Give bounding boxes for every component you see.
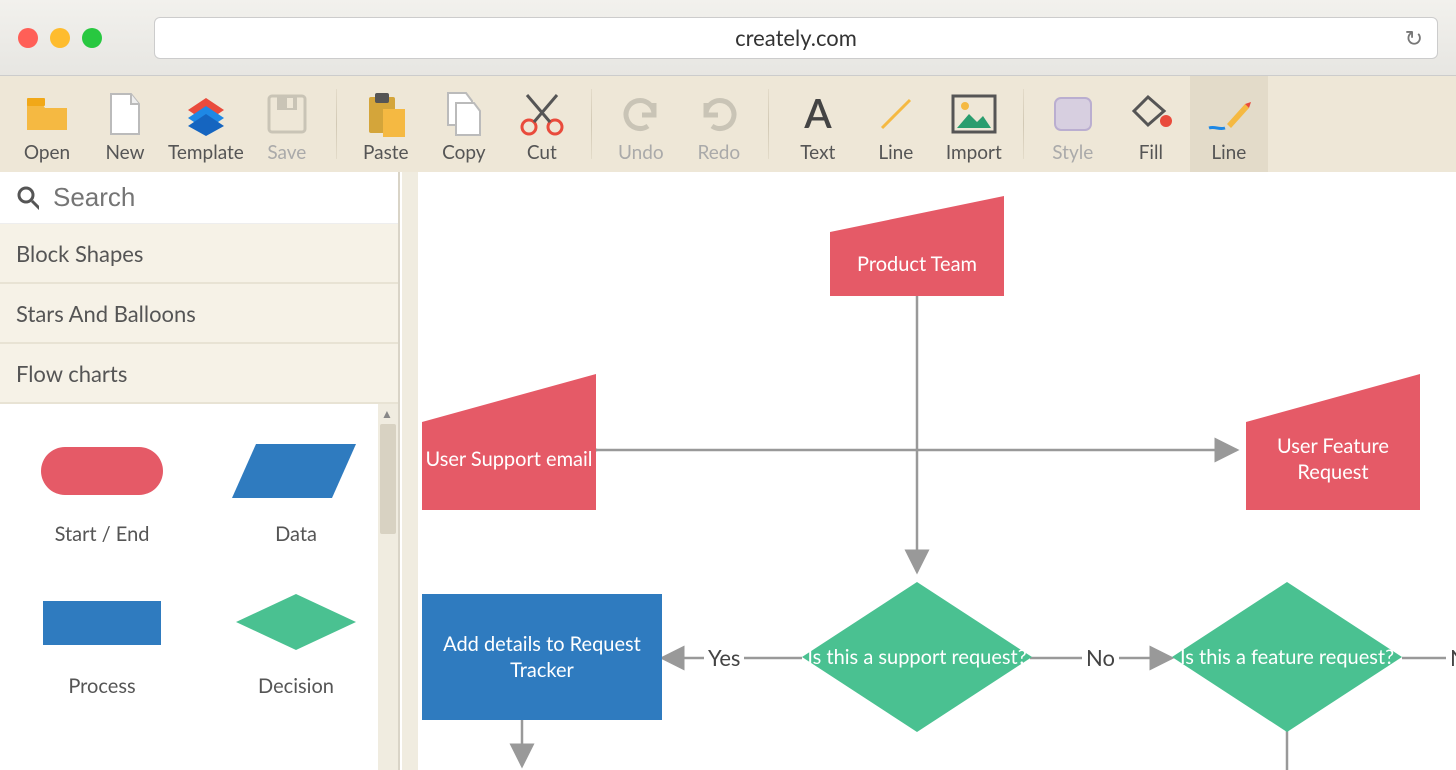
shape-decision[interactable]: Decision xyxy=(204,576,388,698)
category-stars-balloons[interactable]: Stars And Balloons xyxy=(0,284,398,344)
maximize-window-button[interactable] xyxy=(82,28,102,48)
svg-text:A: A xyxy=(803,94,832,134)
toolbar: Open New Template Save Paste Copy xyxy=(0,76,1456,172)
toolbar-separator xyxy=(336,89,337,159)
template-icon xyxy=(181,89,231,139)
save-button[interactable]: Save xyxy=(248,76,326,172)
shapes-panel: Start / End Data Process Decision xyxy=(0,404,398,770)
text-icon: A xyxy=(793,89,843,139)
undo-button[interactable]: Undo xyxy=(602,76,680,172)
scissors-icon xyxy=(517,89,567,139)
url-text: creately.com xyxy=(735,24,857,51)
save-icon xyxy=(262,89,312,139)
line-icon xyxy=(871,89,921,139)
image-icon xyxy=(949,89,999,139)
browser-chrome: creately.com ↻ xyxy=(0,0,1456,76)
copy-icon xyxy=(439,89,489,139)
node-add-details[interactable]: Add details to Request Tracker xyxy=(422,594,662,720)
search-icon xyxy=(16,185,39,211)
style-button[interactable]: Style xyxy=(1034,76,1112,172)
edge-no: No xyxy=(1082,644,1119,671)
node-user-feature-text: User Feature Request xyxy=(1246,420,1420,498)
fill-button[interactable]: Fill xyxy=(1112,76,1190,172)
style-icon xyxy=(1048,89,1098,139)
toolbar-separator xyxy=(591,89,592,159)
node-user-support-text: User Support email xyxy=(422,420,596,498)
search-input[interactable] xyxy=(53,182,388,213)
paste-icon xyxy=(361,89,411,139)
text-button[interactable]: A Text xyxy=(779,76,857,172)
edge-yes: Yes xyxy=(704,644,744,671)
line-tool-button[interactable]: Line xyxy=(857,76,935,172)
fill-icon xyxy=(1126,89,1176,139)
shape-data[interactable]: Data xyxy=(204,424,388,546)
traffic-lights xyxy=(18,28,102,48)
edge-no-2: N xyxy=(1446,644,1456,671)
node-product-team-text: Product Team xyxy=(830,232,1004,296)
import-button[interactable]: Import xyxy=(935,76,1013,172)
category-flow-charts[interactable]: Flow charts xyxy=(0,344,398,404)
pencil-line-icon xyxy=(1204,89,1254,139)
cut-button[interactable]: Cut xyxy=(503,76,581,172)
category-block-shapes[interactable]: Block Shapes xyxy=(0,224,398,284)
redo-button[interactable]: Redo xyxy=(680,76,758,172)
url-bar[interactable]: creately.com ↻ xyxy=(154,17,1438,59)
search-row xyxy=(0,172,398,224)
toolbar-separator xyxy=(768,89,769,159)
shape-start-end[interactable]: Start / End xyxy=(10,424,194,546)
canvas[interactable]: Product Team User Support email User Fea… xyxy=(402,172,1456,770)
refresh-icon[interactable]: ↻ xyxy=(1405,24,1423,52)
toolbar-separator xyxy=(1023,89,1024,159)
node-feature-q-text: Is this a feature request? xyxy=(1172,616,1402,698)
paste-button[interactable]: Paste xyxy=(347,76,425,172)
open-button[interactable]: Open xyxy=(8,76,86,172)
close-window-button[interactable] xyxy=(18,28,38,48)
template-button[interactable]: Template xyxy=(164,76,248,172)
scrollbar[interactable] xyxy=(378,404,398,770)
undo-icon xyxy=(616,89,666,139)
new-button[interactable]: New xyxy=(86,76,164,172)
new-doc-icon xyxy=(100,89,150,139)
copy-button[interactable]: Copy xyxy=(425,76,503,172)
line-style-button[interactable]: Line xyxy=(1190,76,1268,172)
minimize-window-button[interactable] xyxy=(50,28,70,48)
node-support-q-text: Is this a support request? xyxy=(802,616,1032,698)
sidebar: Block Shapes Stars And Balloons Flow cha… xyxy=(0,172,400,770)
folder-icon xyxy=(22,89,72,139)
redo-icon xyxy=(694,89,744,139)
shape-process[interactable]: Process xyxy=(10,576,194,698)
